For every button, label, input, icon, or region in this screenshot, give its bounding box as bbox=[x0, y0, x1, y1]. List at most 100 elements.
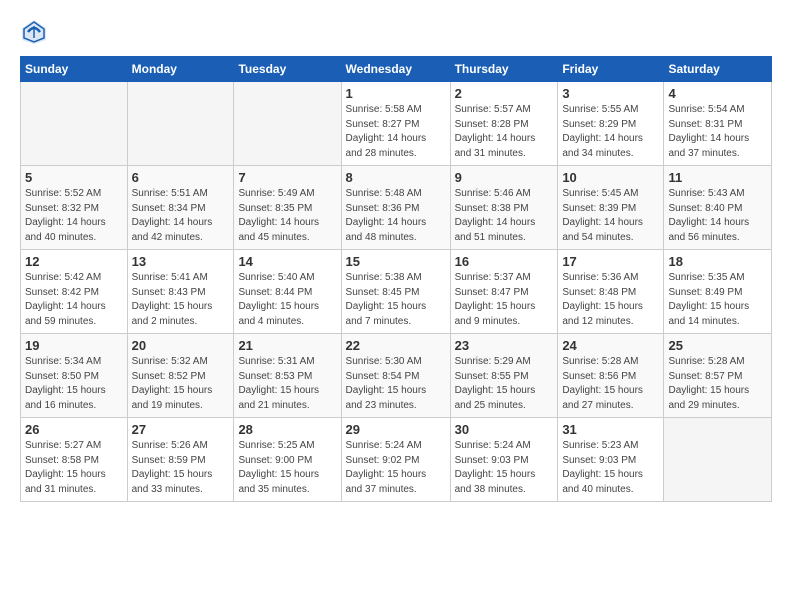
day-number: 25 bbox=[668, 338, 767, 353]
calendar-cell: 6 Sunrise: 5:51 AMSunset: 8:34 PMDaylight… bbox=[127, 166, 234, 250]
day-number: 8 bbox=[346, 170, 446, 185]
calendar-cell bbox=[234, 82, 341, 166]
day-info: Sunrise: 5:34 AMSunset: 8:50 PMDaylight:… bbox=[25, 355, 123, 413]
day-info: Sunrise: 5:35 AMSunset: 8:49 PMDaylight:… bbox=[668, 271, 767, 329]
day-header-thursday: Thursday bbox=[450, 57, 558, 82]
calendar-cell: 2 Sunrise: 5:57 AMSunset: 8:28 PMDaylight… bbox=[450, 82, 558, 166]
calendar-cell: 26Sunrise: 5:27 AMSunset: 8:58 PMDayligh… bbox=[21, 418, 128, 502]
day-info: Sunrise: 5:36 AMSunset: 8:48 PMDaylight:… bbox=[562, 271, 659, 329]
day-info: Sunrise: 5:51 AMSunset: 8:34 PMDaylight:… bbox=[132, 187, 230, 245]
day-info: Sunrise: 5:45 AMSunset: 8:39 PMDaylight:… bbox=[562, 187, 659, 245]
calendar-cell: 20Sunrise: 5:32 AMSunset: 8:52 PMDayligh… bbox=[127, 334, 234, 418]
day-number: 19 bbox=[25, 338, 123, 353]
day-info: Sunrise: 5:54 AMSunset: 8:31 PMDaylight:… bbox=[668, 103, 767, 161]
calendar-cell: 21Sunrise: 5:31 AMSunset: 8:53 PMDayligh… bbox=[234, 334, 341, 418]
calendar-cell: 17 Sunrise: 5:36 AMSunset: 8:48 PMDayligh… bbox=[558, 250, 664, 334]
day-info: Sunrise: 5:55 AMSunset: 8:29 PMDaylight:… bbox=[562, 103, 659, 161]
day-info: Sunrise: 5:31 AMSunset: 8:53 PMDaylight:… bbox=[238, 355, 336, 413]
day-number: 29 bbox=[346, 422, 446, 437]
week-row-1: 1 Sunrise: 5:58 AMSunset: 8:27 PMDaylight… bbox=[21, 82, 772, 166]
day-number: 20 bbox=[132, 338, 230, 353]
week-row-3: 12 Sunrise: 5:42 AMSunset: 8:42 PMDayligh… bbox=[21, 250, 772, 334]
day-number: 12 bbox=[25, 254, 123, 269]
day-header-saturday: Saturday bbox=[664, 57, 772, 82]
calendar-cell: 10 Sunrise: 5:45 AMSunset: 8:39 PMDayligh… bbox=[558, 166, 664, 250]
day-info: Sunrise: 5:28 AMSunset: 8:56 PMDaylight:… bbox=[562, 355, 659, 413]
day-header-tuesday: Tuesday bbox=[234, 57, 341, 82]
day-number: 23 bbox=[455, 338, 554, 353]
day-number: 26 bbox=[25, 422, 123, 437]
week-row-4: 19 Sunrise: 5:34 AMSunset: 8:50 PMDayligh… bbox=[21, 334, 772, 418]
calendar-header-row: SundayMondayTuesdayWednesdayThursdayFrid… bbox=[21, 57, 772, 82]
day-number: 17 bbox=[562, 254, 659, 269]
day-info: Sunrise: 5:48 AMSunset: 8:36 PMDaylight:… bbox=[346, 187, 446, 245]
calendar-cell: 4 Sunrise: 5:54 AMSunset: 8:31 PMDaylight… bbox=[664, 82, 772, 166]
day-number: 9 bbox=[455, 170, 554, 185]
day-info: Sunrise: 5:28 AMSunset: 8:57 PMDaylight:… bbox=[668, 355, 767, 413]
logo-icon bbox=[20, 18, 48, 46]
day-number: 6 bbox=[132, 170, 230, 185]
day-info: Sunrise: 5:24 AMSunset: 9:03 PMDaylight:… bbox=[455, 439, 554, 497]
calendar-cell: 16 Sunrise: 5:37 AMSunset: 8:47 PMDayligh… bbox=[450, 250, 558, 334]
calendar-cell bbox=[664, 418, 772, 502]
day-header-friday: Friday bbox=[558, 57, 664, 82]
day-number: 30 bbox=[455, 422, 554, 437]
day-number: 22 bbox=[346, 338, 446, 353]
day-info: Sunrise: 5:23 AMSunset: 9:03 PMDaylight:… bbox=[562, 439, 659, 497]
day-number: 10 bbox=[562, 170, 659, 185]
day-header-wednesday: Wednesday bbox=[341, 57, 450, 82]
calendar-cell: 3 Sunrise: 5:55 AMSunset: 8:29 PMDaylight… bbox=[558, 82, 664, 166]
day-info: Sunrise: 5:40 AMSunset: 8:44 PMDaylight:… bbox=[238, 271, 336, 329]
calendar-cell: 30 Sunrise: 5:24 AMSunset: 9:03 PMDayligh… bbox=[450, 418, 558, 502]
calendar: SundayMondayTuesdayWednesdayThursdayFrid… bbox=[20, 56, 772, 502]
day-number: 15 bbox=[346, 254, 446, 269]
calendar-cell: 23 Sunrise: 5:29 AMSunset: 8:55 PMDayligh… bbox=[450, 334, 558, 418]
calendar-cell: 22 Sunrise: 5:30 AMSunset: 8:54 PMDayligh… bbox=[341, 334, 450, 418]
calendar-cell: 24 Sunrise: 5:28 AMSunset: 8:56 PMDayligh… bbox=[558, 334, 664, 418]
day-info: Sunrise: 5:58 AMSunset: 8:27 PMDaylight:… bbox=[346, 103, 446, 161]
day-info: Sunrise: 5:41 AMSunset: 8:43 PMDaylight:… bbox=[132, 271, 230, 329]
day-number: 28 bbox=[238, 422, 336, 437]
day-info: Sunrise: 5:24 AMSunset: 9:02 PMDaylight:… bbox=[346, 439, 446, 497]
calendar-cell: 9 Sunrise: 5:46 AMSunset: 8:38 PMDaylight… bbox=[450, 166, 558, 250]
day-number: 3 bbox=[562, 86, 659, 101]
calendar-cell: 27Sunrise: 5:26 AMSunset: 8:59 PMDayligh… bbox=[127, 418, 234, 502]
day-info: Sunrise: 5:46 AMSunset: 8:38 PMDaylight:… bbox=[455, 187, 554, 245]
calendar-cell: 15 Sunrise: 5:38 AMSunset: 8:45 PMDayligh… bbox=[341, 250, 450, 334]
day-header-sunday: Sunday bbox=[21, 57, 128, 82]
day-info: Sunrise: 5:57 AMSunset: 8:28 PMDaylight:… bbox=[455, 103, 554, 161]
day-number: 27 bbox=[132, 422, 230, 437]
calendar-cell: 12 Sunrise: 5:42 AMSunset: 8:42 PMDayligh… bbox=[21, 250, 128, 334]
day-info: Sunrise: 5:49 AMSunset: 8:35 PMDaylight:… bbox=[238, 187, 336, 245]
day-number: 5 bbox=[25, 170, 123, 185]
calendar-cell: 18 Sunrise: 5:35 AMSunset: 8:49 PMDayligh… bbox=[664, 250, 772, 334]
day-number: 14 bbox=[238, 254, 336, 269]
day-number: 16 bbox=[455, 254, 554, 269]
calendar-cell: 28Sunrise: 5:25 AMSunset: 9:00 PMDayligh… bbox=[234, 418, 341, 502]
day-number: 1 bbox=[346, 86, 446, 101]
day-number: 18 bbox=[668, 254, 767, 269]
day-info: Sunrise: 5:37 AMSunset: 8:47 PMDaylight:… bbox=[455, 271, 554, 329]
calendar-cell: 19 Sunrise: 5:34 AMSunset: 8:50 PMDayligh… bbox=[21, 334, 128, 418]
day-info: Sunrise: 5:29 AMSunset: 8:55 PMDaylight:… bbox=[455, 355, 554, 413]
calendar-cell: 31Sunrise: 5:23 AMSunset: 9:03 PMDayligh… bbox=[558, 418, 664, 502]
day-info: Sunrise: 5:42 AMSunset: 8:42 PMDaylight:… bbox=[25, 271, 123, 329]
calendar-cell bbox=[21, 82, 128, 166]
day-info: Sunrise: 5:52 AMSunset: 8:32 PMDaylight:… bbox=[25, 187, 123, 245]
page: SundayMondayTuesdayWednesdayThursdayFrid… bbox=[0, 0, 792, 612]
day-info: Sunrise: 5:38 AMSunset: 8:45 PMDaylight:… bbox=[346, 271, 446, 329]
day-info: Sunrise: 5:43 AMSunset: 8:40 PMDaylight:… bbox=[668, 187, 767, 245]
calendar-cell: 13 Sunrise: 5:41 AMSunset: 8:43 PMDayligh… bbox=[127, 250, 234, 334]
day-number: 13 bbox=[132, 254, 230, 269]
day-info: Sunrise: 5:30 AMSunset: 8:54 PMDaylight:… bbox=[346, 355, 446, 413]
day-number: 2 bbox=[455, 86, 554, 101]
calendar-cell bbox=[127, 82, 234, 166]
calendar-cell: 1 Sunrise: 5:58 AMSunset: 8:27 PMDaylight… bbox=[341, 82, 450, 166]
week-row-5: 26Sunrise: 5:27 AMSunset: 8:58 PMDayligh… bbox=[21, 418, 772, 502]
calendar-cell: 7Sunrise: 5:49 AMSunset: 8:35 PMDaylight… bbox=[234, 166, 341, 250]
day-header-monday: Monday bbox=[127, 57, 234, 82]
header bbox=[20, 16, 772, 46]
logo bbox=[20, 16, 52, 46]
day-number: 24 bbox=[562, 338, 659, 353]
day-number: 4 bbox=[668, 86, 767, 101]
